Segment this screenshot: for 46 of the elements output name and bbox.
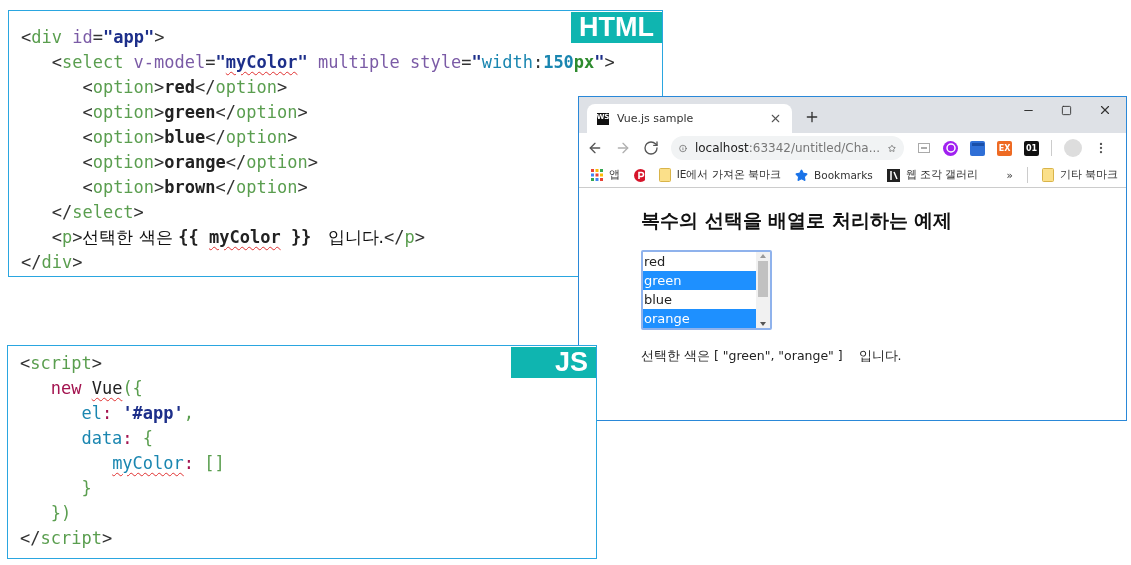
gallery-icon — [886, 168, 900, 182]
star-icon — [795, 168, 809, 182]
code-line: <option>red</option> — [81, 76, 288, 99]
calendar-icon[interactable] — [970, 140, 985, 156]
code-line: <option>green</option> — [81, 101, 308, 124]
code-line: </script> — [20, 527, 113, 550]
bookmark-label[interactable]: 웹 조각 갤러리 — [905, 168, 979, 182]
close-icon[interactable] — [769, 112, 782, 125]
overflow-chevron[interactable]: » — [1006, 169, 1013, 181]
apps-grid-icon — [591, 169, 603, 181]
code-line: <option>blue</option> — [81, 126, 298, 149]
code-line: } — [80, 477, 92, 500]
code-line: <div id="app"> — [21, 26, 165, 49]
tab-title: Vue.js sample — [617, 112, 695, 125]
code-line: </div> — [21, 251, 83, 274]
scrollbar[interactable] — [756, 252, 770, 328]
code-line: data: { — [80, 427, 154, 450]
extension-button[interactable]: 01 — [1024, 140, 1039, 156]
folder-icon — [658, 168, 671, 182]
code-line: }) — [49, 502, 72, 525]
code-line: el: '#app', — [80, 402, 195, 425]
result-text: 선택한 색은 [ "green", "orange" ] 입니다. — [641, 348, 903, 365]
reload-icon[interactable] — [643, 140, 659, 156]
folder-icon — [1041, 168, 1054, 182]
bookmark-label[interactable]: 기타 북마크 — [1059, 168, 1118, 182]
page-heading: 복수의 선택을 배열로 처리하는 예제 — [641, 208, 954, 233]
code-line: <option>brown</option> — [81, 176, 308, 199]
code-line: <script> — [20, 352, 102, 375]
code-line: <option>orange</option> — [81, 151, 318, 174]
code-line: new Vue({ — [49, 377, 143, 400]
new-tab-icon[interactable] — [804, 109, 820, 125]
bookmark-label[interactable]: IE에서 가져온 북마크 — [676, 168, 782, 182]
bookmark-label[interactable]: 앱 — [609, 168, 620, 182]
address-bar[interactable]: localhost:63342/untitled/Cha... — [671, 136, 904, 160]
maximize-icon[interactable] — [1061, 103, 1072, 117]
code-line: myColor: [] — [111, 452, 225, 475]
code-line: <select v-model="myColor" multiple style="width:150px"> — [50, 51, 615, 74]
multi-select-list[interactable]: red green blue orange — [641, 250, 772, 330]
language-badge: HTML — [571, 12, 662, 43]
language-badge: JS — [511, 347, 596, 378]
close-icon[interactable] — [1098, 103, 1112, 117]
code-line: </select> — [50, 201, 144, 224]
bookmark-label[interactable]: Bookmarks — [814, 169, 873, 181]
pin-icon — [634, 168, 645, 182]
scroll-down-arrow-icon[interactable] — [759, 320, 767, 328]
code-line: <p>선택한 색은 {{ myColor }} 입니다.</p> — [50, 226, 425, 249]
